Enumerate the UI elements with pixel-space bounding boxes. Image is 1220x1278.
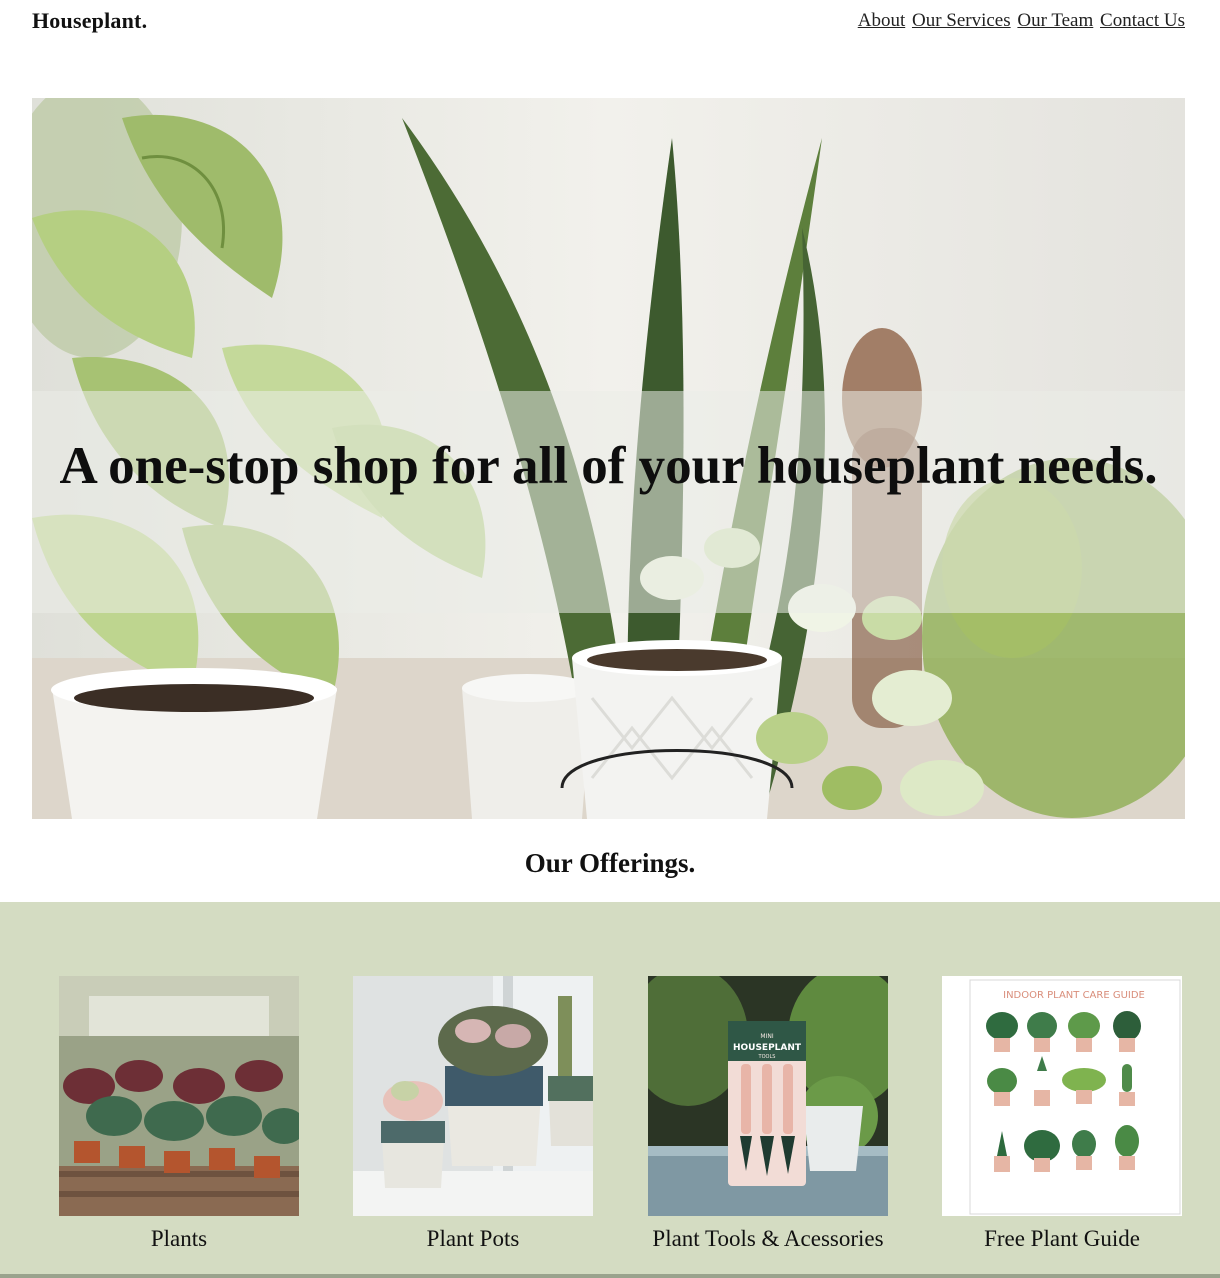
offerings-section: Plants Plant Pots MINI HOUSEPLANT TOOLS … [0,902,1220,1278]
nav-contact-us-link[interactable]: Contact Us [1100,10,1185,31]
hero-headline: A one-stop shop for all of your housepla… [59,437,1158,495]
plant-guide-image[interactable]: INDOOR PLANT CARE GUIDE [942,976,1182,1216]
brand-logo[interactable]: Houseplant. [32,8,147,34]
hero-overlay-band [32,391,1185,613]
tools-pack-mini-text: MINI [760,1033,773,1040]
offering-label-plants[interactable]: Plants [29,1226,329,1252]
tools-pack-tools-text: TOOLS [758,1054,776,1060]
tools-pack-brand-text: HOUSEPLANT [733,1043,802,1053]
offering-label-free-plant-guide[interactable]: Free Plant Guide [912,1226,1212,1252]
top-bar: Houseplant. About Our Services Our Team … [32,8,1185,38]
offering-card-free-plant-guide[interactable]: INDOOR PLANT CARE GUIDE Free Plant Guide [942,976,1182,1251]
nav-about-link[interactable]: About [858,10,906,31]
offering-card-plant-tools[interactable]: MINI HOUSEPLANT TOOLS Plant Tools & Aces… [648,976,888,1251]
hero-banner: A one-stop shop for all of your housepla… [32,98,1185,819]
offering-card-plant-pots[interactable]: Plant Pots [353,976,593,1251]
main-nav: About Our Services Our Team Contact Us [856,10,1185,32]
plant-guide-poster-title: INDOOR PLANT CARE GUIDE [1003,990,1145,1001]
offering-label-plant-tools[interactable]: Plant Tools & Acessories [618,1226,918,1252]
plants-image[interactable] [59,976,299,1216]
plant-pots-image[interactable] [353,976,593,1216]
nav-our-team-link[interactable]: Our Team [1017,10,1093,31]
offering-card-plants[interactable]: Plants [59,976,299,1251]
offerings-title: Our Offerings. [524,848,696,878]
plant-tools-image[interactable]: MINI HOUSEPLANT TOOLS [648,976,888,1216]
nav-our-services-link[interactable]: Our Services [912,10,1011,31]
offering-label-plant-pots[interactable]: Plant Pots [323,1226,623,1252]
